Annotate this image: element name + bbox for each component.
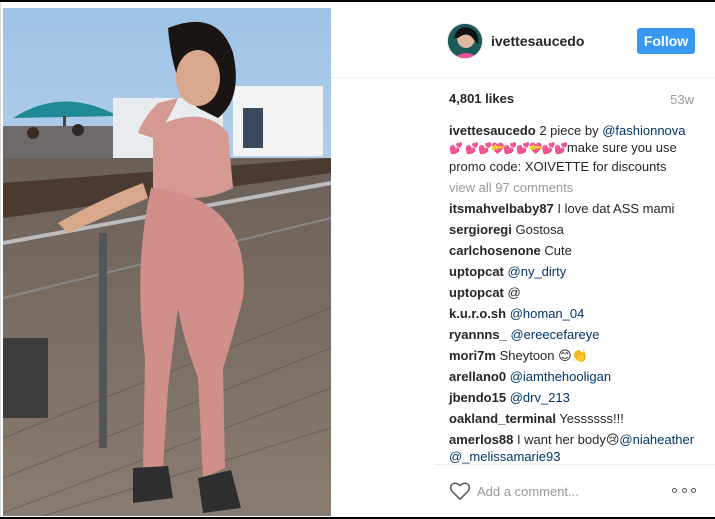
comment-text: I want her body😢 bbox=[513, 432, 620, 447]
comments-list: ivettesaucedo 2 piece by @fashionnova 💕 💕… bbox=[449, 122, 695, 465]
caption: ivettesaucedo 2 piece by @fashionnova 💕 💕… bbox=[449, 122, 695, 175]
comment-username[interactable]: jbendo15 bbox=[449, 390, 506, 405]
post-photo[interactable] bbox=[3, 8, 331, 516]
comment-mention[interactable]: @homan_04 bbox=[510, 306, 585, 321]
comment-text: @ bbox=[503, 285, 521, 300]
comment-username[interactable]: itsmahvelbaby87 bbox=[449, 201, 554, 216]
post-header: ivettesaucedo Follow bbox=[331, 2, 715, 78]
ellipsis-icon[interactable] bbox=[672, 483, 696, 497]
comment-username[interactable]: carlchosenone bbox=[449, 243, 541, 258]
comment-text: I love dat ASS mami bbox=[553, 201, 675, 216]
ellipsis-dot bbox=[681, 487, 687, 493]
post-side-panel: ivettesaucedo Follow 4,801 likes 53w ive… bbox=[331, 2, 715, 517]
comment-last: amerlos88 I want her body😢@niaheather @_… bbox=[449, 431, 695, 465]
comment-text: Gostosa bbox=[511, 222, 564, 237]
comment-row: uptopcat @ny_dirty bbox=[449, 263, 695, 280]
caption-hearts-2: 💕💕💝💕💕💝💕💕 bbox=[465, 143, 568, 155]
comment-username[interactable]: sergioregi bbox=[449, 222, 512, 237]
comment-text: Yessssss!!! bbox=[555, 411, 624, 426]
comment-row: arellano0 @iamthehooligan bbox=[449, 368, 695, 385]
comment-row: k.u.r.o.sh @homan_04 bbox=[449, 305, 695, 322]
caption-mention[interactable]: @fashionnova bbox=[602, 123, 685, 138]
comment-username[interactable]: uptopcat bbox=[449, 264, 504, 279]
avatar[interactable] bbox=[447, 23, 483, 59]
caption-text-1: 2 piece by bbox=[535, 123, 603, 138]
comment-row: carlchosenone Cute bbox=[449, 242, 695, 259]
comment-row: mori7m Sheytoon 😊👏 bbox=[449, 347, 695, 364]
post-username[interactable]: ivettesaucedo bbox=[491, 33, 584, 49]
comment-row: ryannns_ @ereecefareye bbox=[449, 326, 695, 343]
caption-hearts-1: 💕 bbox=[449, 143, 463, 155]
ellipsis-dot bbox=[691, 487, 696, 493]
comment-mention[interactable]: @ereecefareye bbox=[510, 327, 599, 342]
comment-username[interactable]: uptopcat bbox=[449, 285, 504, 300]
comment-row: oakland_terminal Yessssss!!! bbox=[449, 410, 695, 427]
comment-username[interactable]: arellano0 bbox=[449, 369, 506, 384]
heart-outline-icon[interactable] bbox=[449, 481, 471, 501]
comment-username[interactable]: mori7m bbox=[449, 348, 496, 363]
comment-row: sergioregi Gostosa bbox=[449, 221, 695, 238]
post-image bbox=[3, 8, 331, 516]
comment-username[interactable]: amerlos88 bbox=[449, 432, 513, 447]
comment-row: jbendo15 @drv_213 bbox=[449, 389, 695, 406]
comment-row: uptopcat @ bbox=[449, 284, 695, 301]
post-age[interactable]: 53w bbox=[670, 92, 694, 107]
post-modal: ivettesaucedo Follow 4,801 likes 53w ive… bbox=[0, 2, 715, 517]
comment-mention[interactable]: @_melissamarie93 bbox=[449, 449, 560, 464]
comment-username[interactable]: ryannns_ bbox=[449, 327, 507, 342]
avatar-image bbox=[448, 24, 482, 58]
view-all-comments-link[interactable]: view all 97 comments bbox=[449, 179, 695, 196]
comment-input[interactable] bbox=[477, 481, 657, 501]
comment-mention[interactable]: @niaheather bbox=[619, 432, 694, 447]
comment-username[interactable]: k.u.r.o.sh bbox=[449, 306, 506, 321]
comment-text: Sheytoon 😊👏 bbox=[495, 348, 588, 363]
comment-text: Cute bbox=[540, 243, 572, 258]
comment-row: itsmahvelbaby87 I love dat ASS mami bbox=[449, 200, 695, 217]
comment-mention[interactable]: @iamthehooligan bbox=[510, 369, 611, 384]
caption-username[interactable]: ivettesaucedo bbox=[449, 123, 536, 138]
likes-count[interactable]: 4,801 likes bbox=[449, 91, 514, 106]
ellipsis-dot bbox=[672, 487, 677, 493]
comment-footer bbox=[435, 464, 715, 517]
comment-username[interactable]: oakland_terminal bbox=[449, 411, 556, 426]
follow-button[interactable]: Follow bbox=[637, 28, 695, 54]
comment-mention[interactable]: @ny_dirty bbox=[508, 264, 567, 279]
comment-mention[interactable]: @drv_213 bbox=[510, 390, 570, 405]
